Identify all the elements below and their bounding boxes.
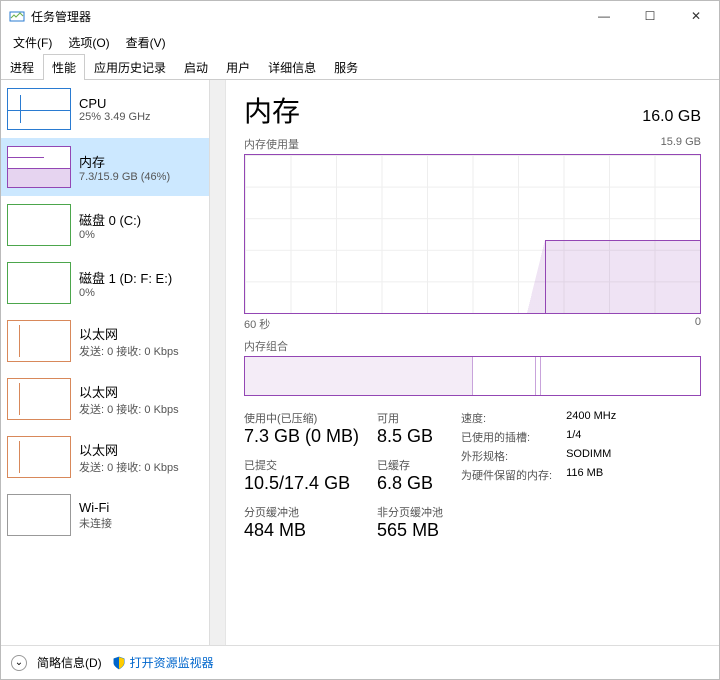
memory-usage-graph[interactable]	[244, 154, 701, 314]
menubar: 文件(F) 选项(O) 查看(V)	[1, 31, 719, 53]
wifi-thumb-icon	[7, 494, 71, 536]
axis-right: 0	[695, 316, 701, 332]
tab-performance[interactable]: 性能	[43, 54, 85, 80]
minimize-button[interactable]: —	[581, 1, 627, 31]
tab-users[interactable]: 用户	[217, 54, 259, 80]
graph-max: 15.9 GB	[661, 136, 701, 152]
performance-sidebar: CPU25% 3.49 GHz 内存7.3/15.9 GB (46%) 磁盘 0…	[1, 80, 226, 645]
graph-name: 内存使用量	[244, 136, 299, 152]
tab-app-history[interactable]: 应用历史记录	[85, 54, 175, 80]
main-area: CPU25% 3.49 GHz 内存7.3/15.9 GB (46%) 磁盘 0…	[1, 80, 719, 645]
task-manager-window: 任务管理器 — ☐ ✕ 文件(F) 选项(O) 查看(V) 进程 性能 应用历史…	[0, 0, 720, 680]
fewer-details-button[interactable]: 简略信息(D)	[37, 654, 102, 671]
titlebar[interactable]: 任务管理器 — ☐ ✕	[1, 1, 719, 31]
sidebar-item-cpu[interactable]: CPU25% 3.49 GHz	[1, 80, 209, 138]
tab-startup[interactable]: 启动	[175, 54, 217, 80]
menu-options[interactable]: 选项(O)	[60, 32, 117, 53]
sidebar-scrollbar[interactable]	[209, 80, 225, 645]
tab-processes[interactable]: 进程	[1, 54, 43, 80]
memory-composition-bar[interactable]	[244, 356, 701, 396]
page-title: 内存	[244, 90, 300, 130]
ethernet-thumb-icon	[7, 378, 71, 420]
stats-grid: 使用中(已压缩)7.3 GB (0 MB) 已提交10.5/17.4 GB 分页…	[244, 410, 701, 541]
maximize-button[interactable]: ☐	[627, 1, 673, 31]
window-title: 任务管理器	[31, 8, 581, 25]
memory-detail: 内存 16.0 GB 内存使用量 15.9 GB 60 秒 0 内存组合	[226, 80, 719, 645]
app-icon	[9, 8, 25, 24]
footer: ⌄ 简略信息(D) 打开资源监视器	[1, 645, 719, 679]
tab-services[interactable]: 服务	[325, 54, 367, 80]
shield-icon	[112, 656, 126, 670]
total-memory: 16.0 GB	[642, 108, 701, 126]
cpu-thumb-icon	[7, 88, 71, 130]
close-button[interactable]: ✕	[673, 1, 719, 31]
tab-details[interactable]: 详细信息	[259, 54, 325, 80]
sidebar-item-ethernet-1[interactable]: 以太网发送: 0 接收: 0 Kbps	[1, 370, 209, 428]
composition-label: 内存组合	[244, 338, 288, 354]
sidebar-item-disk1[interactable]: 磁盘 1 (D: F: E:)0%	[1, 254, 209, 312]
chevron-down-icon[interactable]: ⌄	[11, 655, 27, 671]
axis-left: 60 秒	[244, 316, 270, 332]
menu-view[interactable]: 查看(V)	[118, 32, 174, 53]
sidebar-item-ethernet-2[interactable]: 以太网发送: 0 接收: 0 Kbps	[1, 428, 209, 486]
ethernet-thumb-icon	[7, 436, 71, 478]
disk-thumb-icon	[7, 262, 71, 304]
sidebar-item-ethernet-0[interactable]: 以太网发送: 0 接收: 0 Kbps	[1, 312, 209, 370]
disk-thumb-icon	[7, 204, 71, 246]
open-resource-monitor-link[interactable]: 打开资源监视器	[112, 654, 214, 671]
sidebar-item-wifi[interactable]: Wi-Fi未连接	[1, 486, 209, 544]
ethernet-thumb-icon	[7, 320, 71, 362]
memory-thumb-icon	[7, 146, 71, 188]
sidebar-item-disk0[interactable]: 磁盘 0 (C:)0%	[1, 196, 209, 254]
sidebar-item-memory[interactable]: 内存7.3/15.9 GB (46%)	[1, 138, 209, 196]
tab-strip: 进程 性能 应用历史记录 启动 用户 详细信息 服务	[1, 53, 719, 80]
memory-specs: 速度:2400 MHz 已使用的插槽:1/4 外形规格:SODIMM 为硬件保留…	[461, 410, 616, 541]
menu-file[interactable]: 文件(F)	[5, 32, 60, 53]
